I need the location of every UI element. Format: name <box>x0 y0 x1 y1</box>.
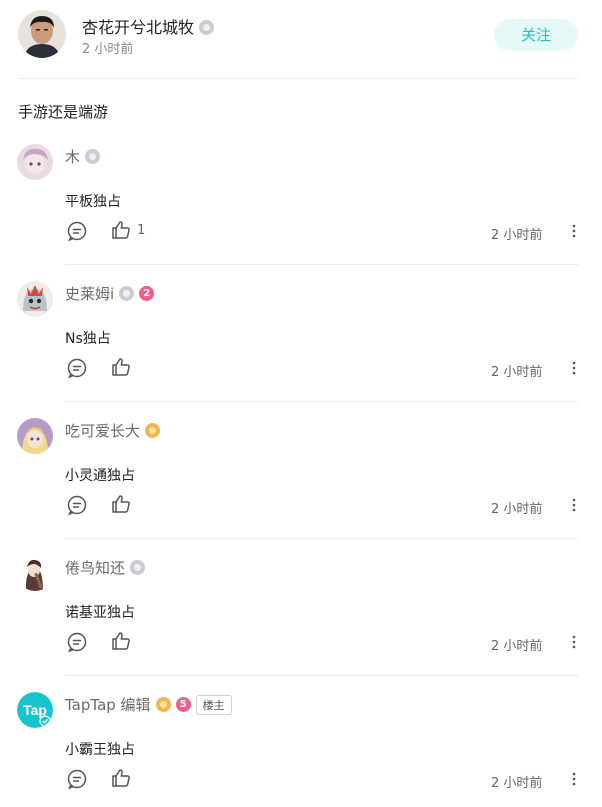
comment-divider <box>65 264 578 265</box>
comment-time: 2 小时前 <box>491 502 543 517</box>
verified-badge-icon <box>199 20 215 35</box>
comment-text: 平板独占 <box>65 194 121 210</box>
svg-text:Tap: Tap <box>23 702 47 718</box>
reply-icon[interactable] <box>66 494 88 516</box>
commenter-avatar[interactable] <box>17 555 53 591</box>
reply-icon[interactable] <box>66 768 88 790</box>
verified-badge-icon <box>145 423 161 438</box>
comment-text: 诺基亚独占 <box>65 605 135 621</box>
commenter-name[interactable]: 木 <box>65 146 101 167</box>
like-count: 1 <box>137 223 146 238</box>
commenter-name-text[interactable]: 史莱姆i <box>65 285 114 303</box>
reply-icon[interactable] <box>66 631 88 653</box>
comment-item: Tap TapTap 编辑 5 楼主 小霸王独占 2 小时前 <box>0 686 602 807</box>
post-time: 2 小时前 <box>82 42 134 57</box>
comment-text: 小霸王独占 <box>65 742 135 758</box>
author-name-text[interactable]: 杏花开兮北城牧 <box>82 18 194 37</box>
commenter-avatar[interactable] <box>17 144 53 180</box>
author-name[interactable]: 杏花开兮北城牧 <box>82 14 215 38</box>
commenter-avatar[interactable] <box>17 418 53 454</box>
verified-badge-icon <box>130 560 146 575</box>
comment-time: 2 小时前 <box>491 228 543 243</box>
more-vertical-icon[interactable] <box>570 360 578 376</box>
commenter-name-text[interactable]: TapTap 编辑 <box>65 696 151 714</box>
verified-badge-icon <box>155 697 171 712</box>
reply-icon[interactable] <box>66 357 88 379</box>
follow-button[interactable]: 关注 <box>494 19 578 51</box>
thumbs-up-icon[interactable] <box>110 356 132 378</box>
more-vertical-icon[interactable] <box>570 223 578 239</box>
thumbs-up-icon[interactable] <box>110 219 132 241</box>
commenter-avatar[interactable]: Tap <box>17 692 53 728</box>
verified-badge-icon <box>85 149 101 164</box>
thumbs-up-icon[interactable] <box>110 630 132 652</box>
comment-item: 木 平板独占 1 2 小时前 <box>0 138 602 275</box>
comment-time: 2 小时前 <box>491 776 543 791</box>
comment-divider <box>65 538 578 539</box>
host-tag: 楼主 <box>195 694 232 715</box>
taptap-logo: Tap <box>17 692 53 728</box>
level-badge-icon: 5 <box>175 697 191 712</box>
level-badge-icon: 2 <box>139 286 155 301</box>
more-vertical-icon[interactable] <box>570 771 578 787</box>
post-content: 手游还是端游 <box>18 103 109 121</box>
commenter-name[interactable]: TapTap 编辑 5 楼主 <box>65 694 232 716</box>
comment-time: 2 小时前 <box>491 639 543 654</box>
more-vertical-icon[interactable] <box>570 497 578 513</box>
thumbs-up-icon[interactable] <box>110 493 132 515</box>
commenter-name[interactable]: 史莱姆i 2 <box>65 283 155 304</box>
comment-item: 吃可爱长大 小灵通独占 2 小时前 <box>0 412 602 549</box>
comment-time: 2 小时前 <box>491 365 543 380</box>
comment-divider <box>65 401 578 402</box>
post-header: 杏花开兮北城牧 2 小时前 关注 <box>0 0 602 78</box>
commenter-name[interactable]: 吃可爱长大 <box>65 420 161 441</box>
commenter-name[interactable]: 倦鸟知还 <box>65 557 146 578</box>
commenter-name-text[interactable]: 倦鸟知还 <box>65 559 125 577</box>
reply-icon[interactable] <box>66 220 88 242</box>
commenter-name-text[interactable]: 吃可爱长大 <box>65 422 140 440</box>
author-avatar[interactable] <box>18 10 66 58</box>
commenter-avatar[interactable] <box>17 281 53 317</box>
thumbs-up-icon[interactable] <box>110 767 132 789</box>
comment-text: 小灵通独占 <box>65 468 135 484</box>
more-vertical-icon[interactable] <box>570 634 578 650</box>
comment-item: 倦鸟知还 诺基亚独占 2 小时前 <box>0 549 602 686</box>
header-divider <box>18 78 578 79</box>
commenter-name-text[interactable]: 木 <box>65 148 80 166</box>
verified-badge-icon <box>119 286 135 301</box>
comment-text: Ns独占 <box>65 331 111 347</box>
comment-divider <box>65 675 578 676</box>
comment-item: 史莱姆i 2 Ns独占 2 小时前 <box>0 275 602 412</box>
